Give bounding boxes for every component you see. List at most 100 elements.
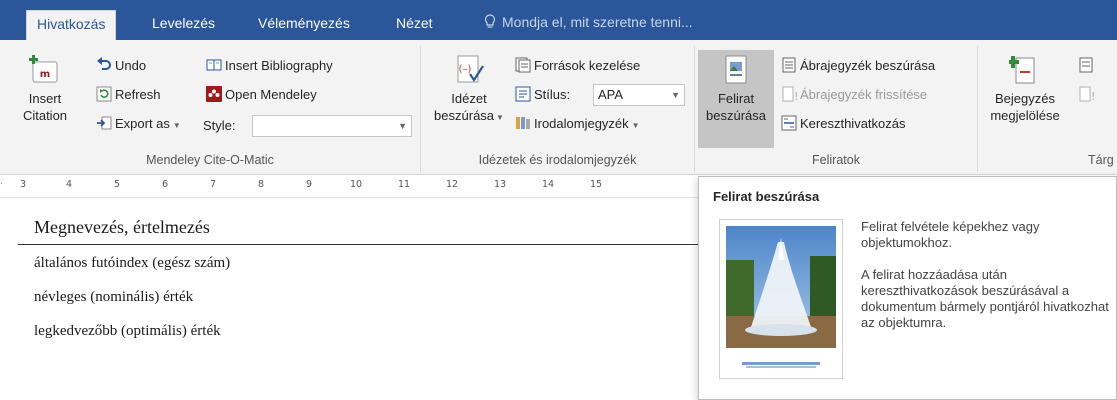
cross-reference-button[interactable]: Kereszthivatkozás [781, 115, 906, 133]
book-icon [206, 59, 222, 71]
insert-caption-icon [725, 55, 747, 84]
update-table-label: Ábrajegyzék frissítése [800, 87, 928, 102]
mark-entry-label-1: Bejegyzés [995, 91, 1055, 106]
tooltip-paragraph-1: Felirat felvétele képekhez vagy objektum… [861, 219, 1040, 250]
cross-reference-icon [781, 115, 797, 131]
insert-citation-hu-button[interactable]: (–) Idézet beszúrása ▼ [429, 54, 509, 126]
undo-button[interactable]: Undo [96, 57, 146, 75]
ruler-label: 13 [494, 179, 507, 190]
svg-text:m: m [40, 69, 50, 80]
citation-icon: (–) [457, 55, 484, 83]
tab-velemenyezes[interactable]: Véleményezés [248, 10, 360, 40]
svg-text:(–): (–) [459, 64, 472, 75]
ribbon-tab-bar: Hivatkozás Levelezés Véleményezés Nézet … [0, 0, 1117, 40]
insert-citation-hu-label-1: Idézet [451, 91, 487, 106]
ruler-label: 12 [446, 179, 459, 190]
ruler-label: 10 [350, 179, 363, 190]
document-page[interactable]: Megnevezés, értelmezés általános futóind… [0, 199, 698, 400]
insert-citation-hu-label-2: beszúrása ▼ [434, 108, 504, 123]
insert-bibliography-button[interactable]: Insert Bibliography [206, 57, 333, 75]
tooltip-title: Felirat beszúrása [713, 189, 820, 204]
index-icon [1079, 57, 1093, 73]
document-line: névleges (nominális) érték [34, 289, 194, 305]
horizontal-ruler[interactable]: · 3 4 5 6 7 8 9 10 11 12 13 14 15 [0, 176, 698, 198]
mendeley-icon [206, 86, 222, 102]
mark-entry-icon [1009, 56, 1035, 84]
tooltip-paragraph-2: A felirat hozzáadása után kereszthivatko… [861, 267, 1109, 330]
update-table-button[interactable]: !Ábrajegyzék frissítése [781, 86, 927, 104]
open-mendeley-button[interactable]: Open Mendeley [206, 86, 317, 104]
citation-style-value: APA [598, 87, 624, 102]
mendeley-add-icon: m [29, 55, 58, 83]
ruler-label: 15 [590, 179, 603, 190]
export-as-label: Export as [115, 116, 170, 131]
group-label-mendeley: Mendeley Cite-O-Matic [146, 153, 274, 167]
ruler-label: 14 [542, 179, 555, 190]
chevron-down-icon: ▼ [398, 121, 407, 131]
manage-sources-button[interactable]: Források kezelése [515, 57, 640, 75]
fountain-picture-icon [726, 226, 836, 368]
export-icon [97, 116, 112, 130]
tell-me-text: Mondja el, mit szeretne tenni... [502, 14, 693, 30]
group-index: Bejegyzés megjelölése ! Tárg [978, 40, 1117, 175]
group-label-citations: Idézetek és irodalomjegyzék [478, 153, 637, 167]
manage-sources-icon [515, 57, 531, 73]
mark-entry-label-2: megjelölése [990, 108, 1060, 123]
heading-rule [18, 244, 698, 245]
insert-table-of-figures-button[interactable]: Ábrajegyzék beszúrása [781, 57, 935, 75]
svg-text:!: ! [794, 90, 797, 102]
group-mendeley: m Insert Citation Undo Refresh Export as… [0, 40, 420, 175]
style-icon [515, 86, 531, 102]
insert-bibliography-label: Insert Bibliography [225, 58, 333, 73]
tab-hivatkozas[interactable]: Hivatkozás [26, 10, 117, 40]
mendeley-style-select[interactable]: ▼ [252, 115, 412, 137]
bibliography-button[interactable]: Irodalomjegyzék ▼ [515, 115, 640, 135]
dropdown-arrow-icon: ▼ [172, 121, 181, 130]
update-table-icon: ! [782, 86, 797, 102]
undo-label: Undo [115, 58, 147, 73]
insert-caption-button[interactable]: Felirat beszúrása [698, 54, 774, 124]
dropdown-arrow-icon: ▼ [496, 113, 504, 122]
ribbon: m Insert Citation Undo Refresh Export as… [0, 40, 1117, 175]
refresh-icon [96, 86, 112, 102]
chevron-down-icon: ▼ [671, 90, 680, 100]
insert-table-of-figures-label: Ábrajegyzék beszúrása [800, 58, 936, 73]
tell-me-box[interactable]: Mondja el, mit szeretne tenni... [484, 14, 693, 30]
index-insert-button[interactable] [1078, 57, 1097, 75]
tooltip-description: Felirat felvétele képekhez vagy objektum… [861, 219, 1116, 347]
ruler-label: 3 [20, 179, 27, 190]
tab-nezet[interactable]: Nézet [386, 10, 443, 40]
ruler-label: 9 [306, 179, 313, 190]
group-label-captions: Feliratok [812, 153, 860, 167]
insert-caption-label-1: Felirat [717, 91, 755, 106]
group-captions: Felirat beszúrása Ábrajegyzék beszúrása … [695, 40, 977, 175]
ruler-label: 6 [162, 179, 169, 190]
ruler-label: 5 [114, 179, 121, 190]
insert-caption-tooltip: Felirat beszúrása Felirat felvétele képe… [698, 176, 1117, 400]
dropdown-arrow-icon: ▼ [631, 121, 640, 130]
ruler-label: 7 [210, 179, 217, 190]
refresh-button[interactable]: Refresh [96, 86, 161, 104]
undo-icon [97, 57, 111, 70]
bibliography-label: Irodalomjegyzék [534, 116, 629, 131]
table-heading: Megnevezés, értelmezés [34, 217, 210, 237]
style-label: Style: [203, 118, 236, 133]
update-index-icon: ! [1079, 86, 1094, 102]
citation-style-label: Stílus: [515, 86, 570, 104]
document-line: általános futóindex (egész szám) [34, 255, 231, 271]
citation-style-select[interactable]: APA ▼ [593, 84, 685, 106]
ruler-label: 8 [258, 179, 265, 190]
mark-entry-button[interactable]: Bejegyzés megjelölése [984, 54, 1066, 124]
bibliography-icon [516, 117, 530, 129]
lightbulb-icon [485, 14, 495, 28]
ruler-label: 11 [398, 179, 411, 190]
insert-citation-button[interactable]: m Insert Citation [20, 54, 70, 124]
insert-citation-label-2: Citation [22, 108, 68, 123]
index-update-button[interactable]: ! [1078, 86, 1097, 104]
group-label-index: Tárg [1088, 153, 1114, 167]
document-line: legkedvezőbb (optimális) érték [34, 323, 221, 339]
manage-sources-label: Források kezelése [534, 58, 641, 73]
export-as-button[interactable]: Export as ▼ [96, 115, 181, 135]
tab-levelezes[interactable]: Levelezés [142, 10, 225, 40]
citation-style-text: Stílus: [534, 87, 571, 102]
